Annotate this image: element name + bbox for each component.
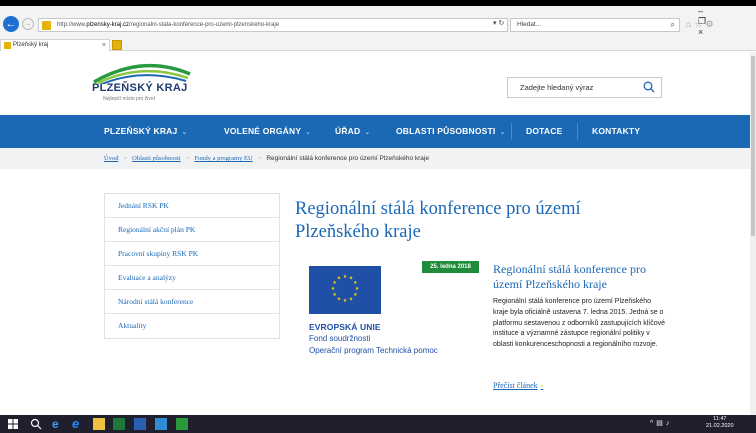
- new-tab-button[interactable]: [112, 40, 122, 50]
- nav-item-label: OBLASTI PŮSOBNOSTI: [396, 126, 496, 136]
- main-navigation: PLZEŇSKÝ KRAJ ⌄ VOLENÉ ORGÁNY ⌄ ÚŘAD ⌄ OBLA…: [0, 115, 756, 148]
- nav-divider: [577, 123, 578, 140]
- sidebar-item-pracovni-skupiny[interactable]: Pracovní skupiny RSK PK: [105, 242, 279, 266]
- breadcrumb-separator: >: [257, 155, 262, 162]
- chevron-down-icon: ⌄: [364, 129, 371, 136]
- nav-divider: [511, 123, 512, 140]
- svg-text:★: ★: [337, 296, 342, 302]
- nav-item-dotace[interactable]: DOTACE: [526, 115, 562, 148]
- eu-caption-title: EVROPSKÁ UNIE: [309, 322, 381, 332]
- site-search-placeholder: Zadejte hledaný výraz: [520, 83, 594, 92]
- nav-item-oblasti-pusobnosti[interactable]: OBLASTI PŮSOBNOSTI ⌄: [396, 115, 506, 148]
- address-bar[interactable]: http://www.plzensky-kraj.cz/regionalni-s…: [38, 18, 508, 32]
- search-icon[interactable]: [643, 81, 655, 93]
- breadcrumb-link-oblasti[interactable]: Oblasti působnosti: [132, 155, 181, 162]
- nav-item-label: DOTACE: [526, 126, 563, 136]
- sidebar-item-akcni-plan[interactable]: Regionální akční plán PK: [105, 218, 279, 242]
- svg-text:★: ★: [353, 292, 358, 298]
- browser-tab[interactable]: Plzeňský kraj ×: [0, 39, 110, 51]
- svg-text:★: ★: [332, 292, 337, 298]
- search-icon[interactable]: [30, 418, 42, 430]
- edge-icon[interactable]: e: [52, 418, 64, 430]
- breadcrumb-separator: >: [185, 155, 190, 162]
- page-title: Regionální stálá konference pro území Pl…: [295, 199, 581, 242]
- browser-search-placeholder: Hledat...: [517, 21, 542, 28]
- chevron-right-icon: ›: [540, 381, 544, 390]
- nav-item-kontakty[interactable]: KONTAKTY: [592, 115, 640, 148]
- nav-item-urad[interactable]: ÚŘAD ⌄: [335, 115, 370, 148]
- eu-flag-icon: ★ ★★ ★★★ ★★★ ★★★: [309, 266, 381, 314]
- sidebar-item-jednani[interactable]: Jednání RSK PK: [105, 194, 279, 218]
- eu-caption-fund: Fond soudržnosti: [309, 334, 371, 343]
- sidebar-menu: Jednání RSK PK Regionální akční plán PK …: [104, 193, 280, 339]
- logo-swoosh-icon: [93, 63, 191, 84]
- nav-item-label: VOLENÉ ORGÁNY: [224, 126, 302, 136]
- tab-close-icon[interactable]: ×: [102, 40, 106, 51]
- svg-text:★: ★: [343, 274, 348, 280]
- clock[interactable]: 11:47 21.02.2020: [706, 416, 734, 430]
- svg-text:★: ★: [343, 298, 348, 304]
- breadcrumb-current: Regionální stálá konference pro území Pl…: [266, 155, 429, 162]
- app-icon[interactable]: [176, 418, 188, 430]
- outlook-icon[interactable]: [155, 418, 167, 430]
- back-button[interactable]: ←: [3, 16, 19, 32]
- article-text: Regionální stálá konference pro území Pl…: [493, 298, 665, 349]
- window-controls[interactable]: – ❐ ×: [698, 6, 756, 37]
- logo-name[interactable]: PLZEŇSKÝ KRAJ: [92, 82, 188, 94]
- nav-item-volene-organy[interactable]: VOLENÉ ORGÁNY ⌄: [224, 115, 311, 148]
- chevron-down-icon: ⌄: [181, 129, 188, 136]
- excel-icon[interactable]: [113, 418, 125, 430]
- date-badge: 25. ledna 2018: [422, 261, 479, 273]
- url-domain: plzensky-kraj.cz: [86, 22, 130, 28]
- ie-icon[interactable]: e: [72, 417, 84, 430]
- nav-item-label: ÚŘAD: [335, 126, 361, 136]
- chevron-down-icon: ⌄: [305, 129, 312, 136]
- site-favicon-icon: [42, 21, 51, 30]
- windows-start-icon[interactable]: [7, 418, 19, 430]
- svg-text:★: ★: [349, 296, 354, 302]
- site-header: PLZEŇSKÝ KRAJ Nejlepší místo pro život Z…: [0, 52, 756, 115]
- read-more-label: Přečíst článek: [493, 381, 538, 390]
- url-path: /regionalni-stala-konference-pro-uzemi-p…: [129, 22, 280, 28]
- browser-search-input[interactable]: Hledat... ⌕: [510, 18, 680, 32]
- folder-icon[interactable]: [93, 418, 105, 430]
- article-title[interactable]: Regionální stálá konference pro území Pl…: [493, 262, 668, 292]
- sidebar-item-narodni-konference[interactable]: Národní stálá konference: [105, 290, 279, 314]
- url-prefix: http://www.: [57, 22, 87, 28]
- system-tray[interactable]: ^▤♪: [650, 419, 672, 427]
- network-icon[interactable]: ▤: [656, 420, 666, 427]
- breadcrumb-link-uvod[interactable]: Úvod: [104, 155, 118, 162]
- logo-tagline: Nejlepší místo pro život: [103, 96, 155, 102]
- scrollbar-thumb[interactable]: [751, 56, 755, 236]
- sidebar-item-evaluace[interactable]: Evaluace a analýzy: [105, 266, 279, 290]
- breadcrumb: Úvod > Oblasti působnosti > Fondy a programy…: [0, 148, 756, 169]
- nav-item-label: KONTAKTY: [592, 126, 641, 136]
- browser-chrome: ← → http://www.plzensky-kraj.cz/regional…: [0, 6, 756, 51]
- sidebar-item-aktuality[interactable]: Aktuality: [105, 314, 279, 338]
- clock-time: 11:47: [713, 416, 727, 422]
- tab-title: Plzeňský kraj: [13, 42, 49, 48]
- site-search-input[interactable]: Zadejte hledaný výraz: [507, 77, 662, 98]
- volume-icon[interactable]: ♪: [666, 420, 673, 427]
- search-icon[interactable]: ⌕: [671, 19, 675, 31]
- refresh-icon[interactable]: ▾ ↻: [493, 19, 504, 27]
- word-icon[interactable]: [134, 418, 146, 430]
- nav-item-plzensky-kraj[interactable]: PLZEŇSKÝ KRAJ ⌄: [104, 115, 188, 148]
- svg-text:★: ★: [331, 286, 336, 292]
- svg-text:★: ★: [337, 276, 342, 282]
- tab-favicon-icon: [4, 42, 11, 49]
- read-more-link[interactable]: Přečíst článek ›: [493, 381, 543, 390]
- breadcrumb-link-fondy[interactable]: Fondy a programy EU: [194, 155, 252, 162]
- nav-item-label: PLZEŇSKÝ KRAJ: [104, 126, 178, 136]
- taskbar: e e ^▤♪ 11:47 21.02.2020: [0, 415, 756, 433]
- eu-caption-program: Operační program Technická pomoc: [309, 346, 438, 355]
- breadcrumb-separator: >: [123, 155, 128, 162]
- chevron-down-icon: ⌄: [499, 129, 506, 136]
- clock-date: 21.02.2020: [706, 423, 734, 429]
- forward-button[interactable]: →: [22, 18, 34, 30]
